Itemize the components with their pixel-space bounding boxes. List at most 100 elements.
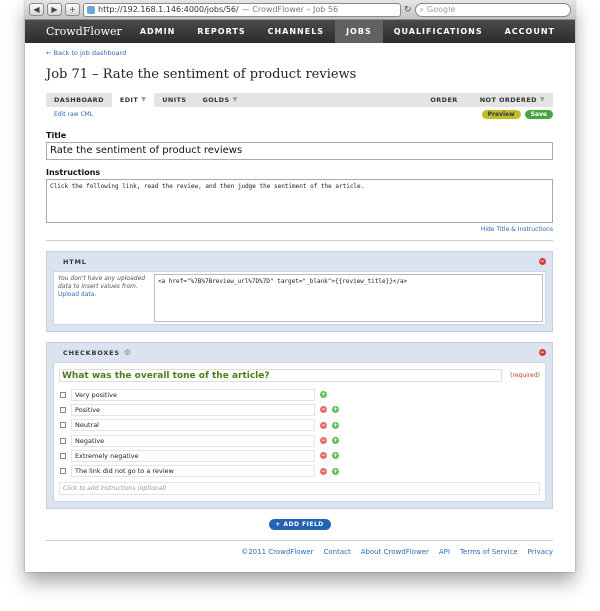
order-status[interactable]: NOT ORDERED ▼ xyxy=(472,93,553,107)
browser-window: ◀ ▶ + http://192.168.1.146:4000/jobs/56/… xyxy=(25,0,575,572)
option-checkbox[interactable] xyxy=(60,406,66,413)
required-label: (required) xyxy=(510,372,540,379)
remove-icon[interactable]: − xyxy=(539,258,546,265)
divider xyxy=(46,240,553,241)
footer-link-api[interactable]: API xyxy=(439,548,450,556)
list-item: Very positive + xyxy=(59,387,540,402)
gear-icon[interactable]: ⚙ xyxy=(124,348,132,357)
option-label-input[interactable]: Extremely negative xyxy=(71,449,315,462)
nav-account[interactable]: ACCOUNT xyxy=(494,20,575,43)
footer-link-contact[interactable]: Contact xyxy=(323,548,350,556)
remove-option-icon[interactable]: − xyxy=(320,467,327,475)
title-input[interactable]: Rate the sentiment of product reviews xyxy=(46,142,553,160)
option-checkbox[interactable] xyxy=(60,391,66,398)
page-title-text: — CrowdFlower – Job 56 xyxy=(241,5,339,14)
field-instructions-input[interactable]: Click to add instructions (optional) xyxy=(59,481,540,495)
add-option-icon[interactable]: + xyxy=(320,391,327,399)
chevron-down-icon: ▼ xyxy=(539,96,545,103)
list-item: Extremely negative − + xyxy=(59,448,540,463)
remove-icon[interactable]: − xyxy=(539,349,546,356)
list-item: Neutral − + xyxy=(59,418,540,433)
remove-option-icon[interactable]: − xyxy=(320,437,327,445)
upload-data-link[interactable]: Upload data. xyxy=(58,291,96,298)
checkboxes-panel: CHECKBOXES ⚙ − What was the overall tone… xyxy=(46,342,553,509)
title-label: Title xyxy=(46,131,67,140)
tab-dashboard[interactable]: DASHBOARD xyxy=(46,93,112,107)
add-option-icon[interactable]: + xyxy=(332,437,339,445)
option-checkbox[interactable] xyxy=(60,468,66,475)
option-checkbox[interactable] xyxy=(60,437,66,444)
instructions-textarea[interactable]: Click the following link, read the revie… xyxy=(46,179,553,223)
upload-note-text: You don't have any uploaded data to inse… xyxy=(58,275,146,290)
edit-raw-cml-link[interactable]: Edit raw CML xyxy=(46,111,93,118)
main-content: ← Back to job dashboard Job 71 – Rate th… xyxy=(25,49,575,556)
option-label-input[interactable]: Negative xyxy=(71,434,315,447)
add-field-button[interactable]: + ADD FIELD xyxy=(268,518,331,530)
add-option-icon[interactable]: + xyxy=(332,467,339,475)
page-title: Job 71 – Rate the sentiment of product r… xyxy=(46,67,357,82)
list-item: Negative − + xyxy=(59,433,540,448)
address-bar[interactable]: http://192.168.1.146:4000/jobs/56/ — Cro… xyxy=(83,2,401,17)
tab-edit[interactable]: EDIT ▼ xyxy=(111,93,155,107)
add-option-icon[interactable]: + xyxy=(332,452,339,460)
search-icon: ⌕ xyxy=(419,4,425,14)
tab-label: UNITS xyxy=(162,96,187,104)
logo[interactable]: CrowdFlower xyxy=(25,20,129,43)
tab-golds[interactable]: GOLDS ▼ xyxy=(194,93,245,107)
tab-units[interactable]: UNITS xyxy=(154,93,194,107)
footer-link-about[interactable]: About CrowdFlower xyxy=(361,548,429,556)
option-list: Very positive + Positive −+ Neutral −+ xyxy=(59,387,540,479)
back-icon[interactable]: ◀ xyxy=(29,3,44,16)
remove-option-icon[interactable]: − xyxy=(320,452,327,460)
site-header: CrowdFlower ADMIN REPORTS CHANNELS JOBS … xyxy=(25,20,575,43)
hide-title-instructions-link[interactable]: Hide Title & Instructions xyxy=(46,226,553,233)
option-label-input[interactable]: Neutral xyxy=(71,419,315,432)
url-text: http://192.168.1.146:4000/jobs/56/ xyxy=(98,5,239,14)
edit-toolbar: Edit raw CML Preview Save xyxy=(46,107,553,121)
back-to-dashboard-link[interactable]: ← Back to job dashboard xyxy=(46,49,553,57)
option-checkbox[interactable] xyxy=(60,452,66,459)
copyright: ©2011 CrowdFlower xyxy=(241,547,314,556)
add-option-icon[interactable]: + xyxy=(332,421,339,429)
nav-jobs[interactable]: JOBS xyxy=(335,20,383,43)
nav-reports[interactable]: REPORTS xyxy=(186,20,256,43)
instructions-label: Instructions xyxy=(46,168,101,177)
reload-icon[interactable]: ↻ xyxy=(404,5,412,15)
order-status-value: NOT ORDERED xyxy=(479,96,537,104)
question-input[interactable]: What was the overall tone of the article… xyxy=(59,369,502,382)
chevron-down-icon: ▼ xyxy=(141,96,147,103)
tab-label: DASHBOARD xyxy=(54,96,104,104)
browser-toolbar: ◀ ▶ + http://192.168.1.146:4000/jobs/56/… xyxy=(25,0,575,20)
option-label-input[interactable]: Positive xyxy=(71,403,315,416)
preview-button[interactable]: Preview xyxy=(481,109,521,119)
list-item: The link did not go to a review − + xyxy=(59,463,540,478)
option-label-input[interactable]: The link did not go to a review xyxy=(71,465,315,478)
chevron-down-icon: ▼ xyxy=(232,96,238,103)
search-placeholder: Google xyxy=(427,5,456,14)
html-panel: HTML − You don't have any uploaded data … xyxy=(46,251,553,332)
html-code-editor[interactable]: <a href="%7B%7Breview_url%7D%7D" target=… xyxy=(154,274,543,322)
search-field[interactable]: ⌕ Google xyxy=(414,2,571,17)
site-favicon-icon xyxy=(87,5,95,14)
save-button[interactable]: Save xyxy=(524,109,553,119)
forward-icon[interactable]: ▶ xyxy=(47,3,62,16)
remove-option-icon[interactable]: − xyxy=(320,421,327,429)
html-panel-header: HTML xyxy=(63,257,87,266)
nav-qualifications[interactable]: QUALIFICATIONS xyxy=(383,20,494,43)
add-option-icon[interactable]: + xyxy=(332,406,339,414)
option-label-input[interactable]: Very positive xyxy=(71,388,315,401)
remove-option-icon[interactable]: − xyxy=(320,406,327,414)
footer-link-terms[interactable]: Terms of Service xyxy=(460,548,518,556)
job-tabs: DASHBOARD EDIT ▼ UNITS GOLDS ▼ ORDER NOT O… xyxy=(46,93,553,107)
footer: ©2011 CrowdFlower Contact About CrowdFlo… xyxy=(46,539,553,556)
upload-note: You don't have any uploaded data to inse… xyxy=(54,272,152,324)
footer-link-privacy[interactable]: Privacy xyxy=(528,548,553,556)
nav-admin[interactable]: ADMIN xyxy=(129,20,186,43)
tab-label: GOLDS xyxy=(202,96,230,104)
option-checkbox[interactable] xyxy=(60,422,66,429)
list-item: Positive − + xyxy=(59,402,540,417)
checkboxes-panel-header: CHECKBOXES xyxy=(63,348,120,357)
nav-channels[interactable]: CHANNELS xyxy=(257,20,335,43)
add-bookmark-icon[interactable]: + xyxy=(65,3,80,16)
order-label: ORDER xyxy=(430,96,458,104)
